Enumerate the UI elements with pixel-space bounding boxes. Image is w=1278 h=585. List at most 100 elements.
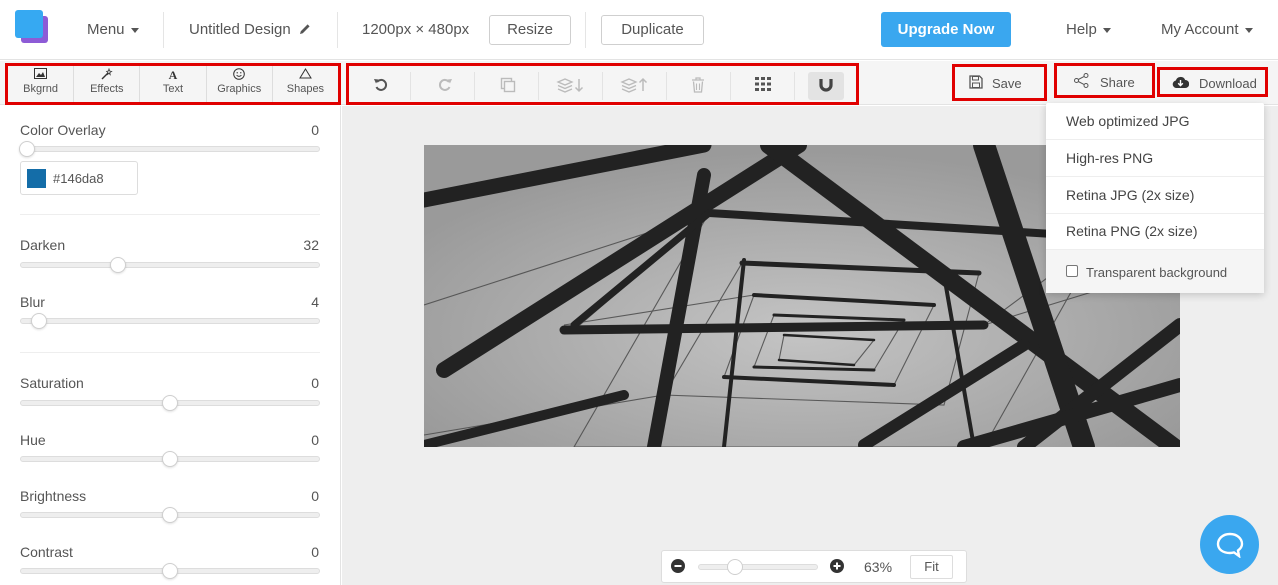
divider [585,12,586,48]
slider-handle[interactable] [727,559,743,575]
effects-panel: Color Overlay 0 #146da8 Darken 32 Blur 4… [0,106,341,585]
chat-button[interactable] [1200,515,1259,574]
menu-label: Menu [87,21,125,38]
download-option-hires-png[interactable]: High-res PNG [1046,140,1264,177]
tab-effects[interactable]: Effects [74,66,141,102]
zoom-out-icon[interactable] [671,559,685,573]
tab-label: Effects [90,83,124,95]
divider [20,352,320,353]
help-dropdown[interactable]: Help [1066,21,1111,38]
copy-icon[interactable] [490,72,526,100]
brightness-value: 0 [311,488,319,504]
slider-handle[interactable] [162,507,178,523]
bring-forward-icon[interactable] [617,72,653,100]
resize-button[interactable]: Resize [489,15,571,45]
zoom-control: 63% Fit [661,550,967,583]
darken-slider[interactable] [20,257,320,273]
divider [730,72,731,100]
hue-value: 0 [311,432,319,448]
menu-dropdown[interactable]: Menu [87,21,139,38]
saturation-label: Saturation [20,375,84,391]
brightness-slider[interactable] [20,507,320,523]
transparent-background-option[interactable]: Transparent background [1046,250,1264,293]
text-icon: A [168,68,178,82]
share-label: Share [1100,75,1135,90]
divider [666,72,667,100]
magnet-icon[interactable] [808,72,844,100]
floppy-icon [969,75,983,89]
download-option-web-jpg[interactable]: Web optimized JPG [1046,103,1264,140]
slider-handle[interactable] [162,451,178,467]
color-swatch [27,169,46,188]
color-overlay-value: 0 [311,122,319,138]
redo-icon[interactable] [427,72,463,100]
magic-wand-icon [74,67,139,83]
hue-label: Hue [20,432,46,448]
blur-value: 4 [311,294,319,310]
download-option-retina-png[interactable]: Retina PNG (2x size) [1046,213,1264,250]
tab-text[interactable]: A Text [140,66,207,102]
panel-tabs: Bkgrnd Effects A Text Graphics Shapes [5,63,341,105]
top-bar: Menu Untitled Design 1200px × 480px Resi… [0,0,1278,60]
share-button[interactable]: Share [1054,63,1155,98]
saturation-value: 0 [311,375,319,391]
slider-handle[interactable] [31,313,47,329]
slider-handle[interactable] [162,563,178,579]
tab-graphics[interactable]: Graphics [207,66,273,102]
slider-handle[interactable] [110,257,126,273]
brightness-label: Brightness [20,488,87,504]
help-label: Help [1066,21,1097,38]
triangle-icon [273,68,338,83]
logo-front-shape [15,10,43,38]
download-button[interactable]: Download [1157,67,1268,97]
blur-label: Blur [20,294,45,310]
color-picker[interactable]: #146da8 [20,161,138,195]
account-label: My Account [1161,21,1239,38]
duplicate-button[interactable]: Duplicate [601,15,704,45]
divider [474,72,475,100]
send-backward-icon[interactable] [553,72,589,100]
cloud-download-icon [1172,76,1189,88]
download-label: Download [1199,76,1257,91]
trash-icon[interactable] [680,72,716,100]
account-dropdown[interactable]: My Account [1161,21,1253,38]
tab-label: Text [162,83,184,95]
zoom-slider[interactable] [698,559,818,575]
download-menu: Web optimized JPG High-res PNG Retina JP… [1046,103,1264,293]
hue-slider[interactable] [20,451,320,467]
slider-handle[interactable] [19,141,35,157]
color-overlay-slider[interactable] [19,141,320,157]
download-option-retina-jpg[interactable]: Retina JPG (2x size) [1046,177,1264,214]
canvas-dimensions: 1200px × 480px [362,21,470,38]
undo-icon[interactable] [363,72,399,100]
saturation-slider[interactable] [20,395,320,411]
divider [602,72,603,100]
app-logo[interactable] [15,10,49,44]
fit-button[interactable]: Fit [910,555,953,579]
chat-bubble-icon [1216,532,1244,558]
darken-label: Darken [20,237,66,253]
color-hex: #146da8 [53,171,104,186]
chevron-down-icon [1102,27,1111,33]
transparent-label: Transparent background [1086,265,1228,280]
contrast-value: 0 [311,544,319,560]
tab-label: Graphics [217,83,262,95]
save-button[interactable]: Save [952,64,1047,101]
blur-slider[interactable] [20,313,320,329]
grid-icon[interactable] [745,72,781,100]
tab-background[interactable]: Bkgrnd [8,66,75,102]
design-title-text: Untitled Design [189,21,291,38]
design-title[interactable]: Untitled Design [189,21,311,38]
divider [20,214,320,215]
edit-tools [346,63,859,105]
transparent-checkbox[interactable] [1066,265,1078,277]
image-icon [8,68,73,83]
pencil-icon [299,24,310,34]
slider-handle[interactable] [162,395,178,411]
contrast-slider[interactable] [20,563,320,579]
tab-shapes[interactable]: Shapes [273,66,338,102]
zoom-in-icon[interactable] [830,559,844,573]
upgrade-button[interactable]: Upgrade Now [881,12,1011,47]
divider [410,72,411,100]
divider [163,12,164,48]
